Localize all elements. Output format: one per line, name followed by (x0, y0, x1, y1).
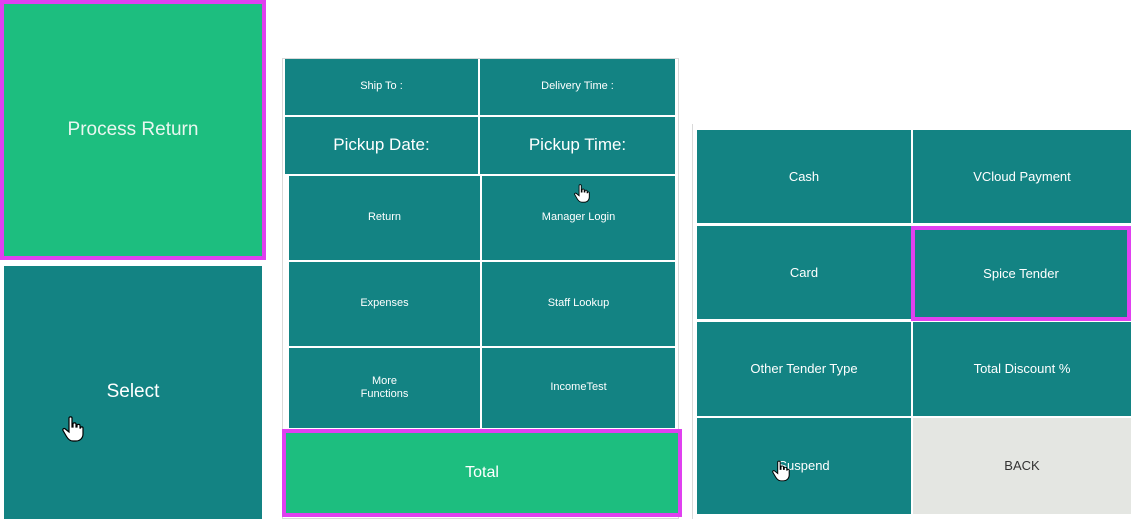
incometest-label: IncomeTest (550, 381, 607, 394)
vcloud-payment-label: VCloud Payment (973, 168, 1071, 184)
delivery-time-label: Delivery Time : (541, 80, 614, 93)
total-label: Total (465, 464, 499, 482)
other-tender-type-button[interactable]: Other Tender Type (697, 322, 911, 416)
ship-to-field[interactable]: Ship To : (285, 59, 478, 115)
other-tender-type-label: Other Tender Type (750, 361, 858, 377)
total-discount-button[interactable]: Total Discount % (913, 322, 1131, 416)
incometest-button[interactable]: IncomeTest (482, 348, 675, 428)
staff-lookup-button[interactable]: Staff Lookup (482, 262, 675, 346)
spice-tender-label: Spice Tender (983, 265, 1059, 281)
staff-lookup-label: Staff Lookup (547, 297, 610, 310)
select-label: Select (106, 381, 160, 403)
delivery-time-field[interactable]: Delivery Time : (480, 59, 675, 115)
process-return-label: Process Return (67, 118, 199, 140)
ship-to-label: Ship To : (360, 80, 403, 93)
suspend-button[interactable]: Suspend (697, 418, 911, 514)
pickup-date-label: Pickup Date: (333, 135, 430, 155)
return-button[interactable]: Return (289, 176, 480, 260)
pickup-time-field[interactable]: Pickup Time: (480, 117, 675, 174)
total-discount-label: Total Discount % (973, 361, 1071, 377)
return-label: Return (367, 211, 402, 224)
more-functions-label: More Functions (360, 374, 409, 400)
card-label: Card (789, 264, 819, 280)
total-button[interactable]: Total (282, 429, 682, 517)
cash-label: Cash (788, 168, 820, 184)
cash-button[interactable]: Cash (697, 130, 911, 223)
process-return-button[interactable]: Process Return (0, 0, 266, 260)
back-button[interactable]: BACK (913, 418, 1131, 514)
pickup-date-field[interactable]: Pickup Date: (285, 117, 478, 174)
expenses-label: Expenses (360, 297, 409, 310)
spice-tender-button[interactable]: Spice Tender (911, 226, 1131, 321)
more-functions-button[interactable]: More Functions (289, 348, 480, 428)
manager-login-button[interactable]: Manager Login (482, 176, 675, 260)
back-label: BACK (1004, 458, 1040, 474)
vcloud-payment-button[interactable]: VCloud Payment (913, 130, 1131, 223)
pickup-time-label: Pickup Time: (528, 135, 627, 155)
select-button[interactable]: Select (4, 266, 262, 519)
suspend-label: Suspend (778, 458, 830, 474)
expenses-button[interactable]: Expenses (289, 262, 480, 346)
card-button[interactable]: Card (697, 226, 911, 319)
manager-login-label: Manager Login (541, 211, 616, 224)
